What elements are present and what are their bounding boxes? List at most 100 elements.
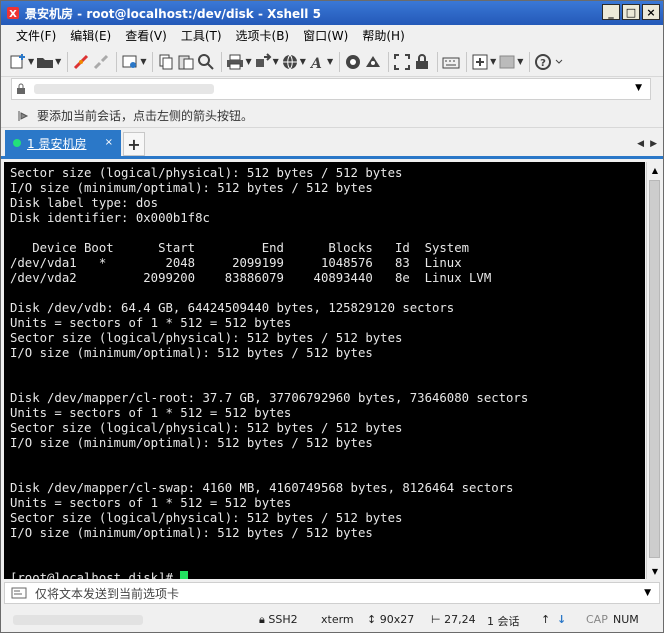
terminal-line: Disk /dev/mapper/cl-root: 37.7 GB, 37706… <box>10 391 529 405</box>
connect-icon <box>74 54 89 69</box>
transfer-button[interactable]: ▼ <box>254 51 279 73</box>
terminal-output[interactable]: Sector size (logical/physical): 512 byte… <box>4 162 645 579</box>
scroll-up-icon[interactable]: ▲ <box>647 162 663 178</box>
new-tab-button[interactable]: ▼ <box>471 51 496 73</box>
paste-icon <box>178 55 194 69</box>
pin-arrow-icon[interactable] <box>17 109 31 123</box>
font-button[interactable]: A ▼ <box>308 51 333 73</box>
tab-jingan[interactable]: 1 景安机房 × <box>5 130 121 156</box>
paste-button[interactable] <box>177 51 195 73</box>
svg-text:A: A <box>309 56 322 71</box>
maximize-button[interactable]: □ <box>622 4 640 20</box>
folder-icon <box>37 57 54 68</box>
status-num: NUM <box>613 613 639 626</box>
chevron-down-icon: ▼ <box>272 57 279 66</box>
shell-prompt: [root@localhost disk]# <box>10 571 181 579</box>
terminal-cursor <box>180 571 189 579</box>
toolbar-separator <box>152 51 154 72</box>
properties-button[interactable]: ▼ <box>121 51 146 73</box>
connected-status-icon <box>13 139 21 147</box>
menu-edit[interactable]: 编辑(E) <box>63 25 118 47</box>
scroll-down-icon[interactable]: ▼ <box>647 563 663 579</box>
menu-tools[interactable]: 工具(T) <box>174 25 229 47</box>
menu-view[interactable]: 查看(V) <box>118 25 174 47</box>
chevron-down-icon: ▼ <box>517 57 524 66</box>
status-sessions: 1 会话 <box>487 615 520 628</box>
scroll-thumb[interactable] <box>649 180 660 558</box>
close-icon[interactable]: × <box>105 137 113 148</box>
address-redacted <box>34 84 214 94</box>
status-upload-icon: ↑ <box>541 613 551 626</box>
close-button[interactable]: × <box>642 4 660 20</box>
terminal-line: /dev/vda1 * 2048 2099199 1048576 83 Linu… <box>10 256 462 270</box>
window-title: 景安机房 - root@localhost:/dev/disk - Xshell… <box>25 6 321 21</box>
layout-button[interactable]: ▼ <box>498 51 523 73</box>
reconnect-button[interactable] <box>72 51 90 73</box>
open-session-button[interactable]: ▼ <box>36 51 61 73</box>
toolbar-separator <box>466 51 468 72</box>
toolbar-separator <box>221 51 223 72</box>
new-session-button[interactable]: ▼ <box>9 51 34 73</box>
chevron-right-icon[interactable]: ▶ <box>650 139 657 149</box>
help-button[interactable]: ? <box>534 51 552 73</box>
terminal-line: Sector size (logical/physical): 512 byte… <box>10 511 403 525</box>
add-icon <box>472 54 488 69</box>
vertical-scrollbar[interactable]: ▲ ▼ <box>646 162 662 579</box>
xmanager-button[interactable] <box>364 51 382 73</box>
globe-button[interactable]: ▼ <box>281 51 306 73</box>
terminal-line: Disk /dev/vdb: 64.4 GB, 64424509440 byte… <box>10 301 455 315</box>
add-tab-button[interactable]: + <box>123 132 145 156</box>
minimize-button[interactable]: _ <box>602 4 620 20</box>
xftp-button[interactable] <box>344 51 362 73</box>
menu-bar: 文件(F) 编辑(E) 查看(V) 工具(T) 选项卡(B) 窗口(W) 帮助(… <box>1 25 663 47</box>
find-button[interactable] <box>197 51 215 73</box>
chevron-down-icon: ▼ <box>140 57 147 66</box>
toolbar-overflow[interactable] <box>554 51 564 73</box>
copy-button[interactable] <box>157 51 175 73</box>
terminal-line: I/O size (minimum/optimal): 512 bytes / … <box>10 436 373 450</box>
disconnect-button[interactable] <box>92 51 110 73</box>
terminal-line: Disk label type: dos <box>10 196 159 210</box>
terminal-line: Disk identifier: 0x000b1f8c <box>10 211 210 225</box>
chevron-down-icon[interactable]: ▼ <box>635 83 642 93</box>
chevron-down-icon <box>556 59 563 64</box>
chevron-down-icon: ▼ <box>490 57 497 66</box>
toolbar-separator <box>437 51 439 72</box>
menu-window[interactable]: 窗口(W) <box>296 25 355 47</box>
status-cap: CAP <box>586 613 608 626</box>
keyboard-button[interactable] <box>442 51 460 73</box>
keyboard-icon <box>442 57 460 68</box>
send-text-bar[interactable]: 仅将文本发送到当前选项卡 ▼ <box>4 582 660 604</box>
chevron-left-icon[interactable]: ◀ <box>637 139 644 149</box>
chevron-down-icon: ▼ <box>299 57 306 66</box>
lock-button[interactable] <box>413 51 431 73</box>
terminal-line: /dev/vda2 2099200 83886079 40893440 8e L… <box>10 271 492 285</box>
address-bar[interactable]: ▼ <box>11 78 651 100</box>
menu-help[interactable]: 帮助(H) <box>355 25 411 47</box>
status-bar: 🔒︎ SSH2 xterm ↕ 90x27 ⊢ 27,24 1 会话 ↑ ↓ C… <box>1 607 663 632</box>
lock-icon <box>416 53 429 69</box>
chevron-down-icon[interactable]: ▼ <box>644 588 651 598</box>
disconnect-icon <box>94 54 109 69</box>
status-download-icon: ↓ <box>557 613 567 626</box>
status-protocol: 🔒︎ SSH2 <box>259 613 298 626</box>
toolbar-separator <box>116 51 118 72</box>
terminal-line: I/O size (minimum/optimal): 512 bytes / … <box>10 526 373 540</box>
toolbar-separator <box>388 51 390 72</box>
toolbar: ▼ ▼ ▼ ▼ ▼ ▼ A ▼ ▼ ▼ ? <box>1 47 663 77</box>
new-session-icon <box>10 53 25 68</box>
menu-tab[interactable]: 选项卡(B) <box>229 25 297 47</box>
fullscreen-button[interactable] <box>393 51 411 73</box>
lock-icon <box>12 83 30 95</box>
menu-file[interactable]: 文件(F) <box>9 25 63 47</box>
terminal-prompt-line: [root@localhost disk]# <box>10 571 645 579</box>
svg-text:?: ? <box>541 58 547 69</box>
chevron-down-icon: ▼ <box>245 57 252 66</box>
terminal-line: I/O size (minimum/optimal): 512 bytes / … <box>10 181 373 195</box>
print-button[interactable]: ▼ <box>226 51 252 73</box>
